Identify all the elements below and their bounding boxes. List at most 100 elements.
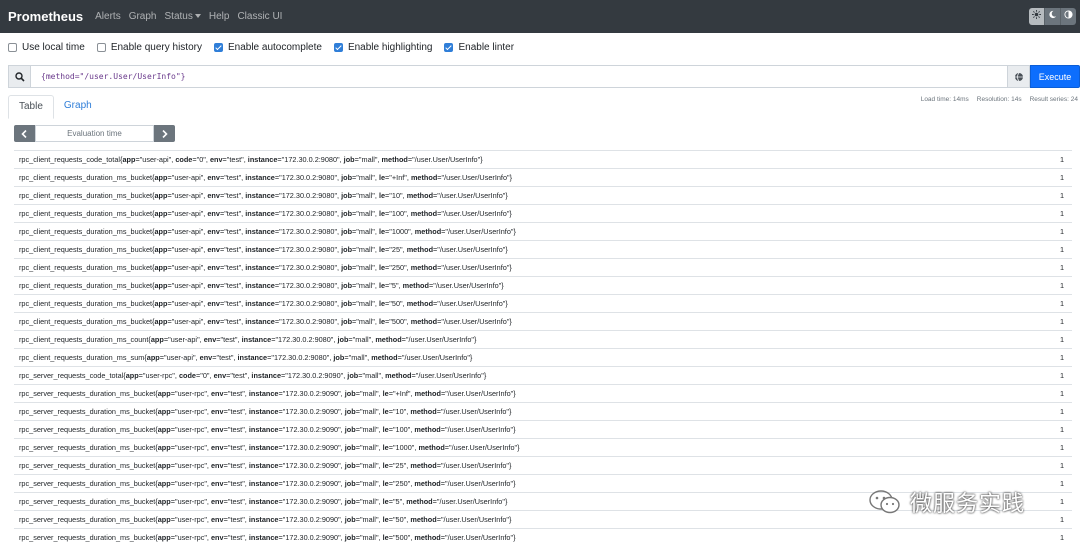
label-name: le [382,515,389,524]
table-row: rpc_server_requests_duration_ms_bucket{a… [14,420,1072,438]
label-name: app [157,389,171,398]
linter-option[interactable]: Enable linter [444,42,514,53]
series-name: rpc_client_requests_duration_ms_bucket{a… [19,281,504,290]
tab-table[interactable]: Table [8,95,54,119]
metric-name: rpc_server_requests_duration_ms_bucket [19,497,156,506]
expression-input[interactable]: {method="/user.User/UserInfo"} [30,65,1008,88]
nav-help[interactable]: Help [209,11,230,22]
label-name: env [203,335,217,344]
label-value: /user.User/UserInfo [447,425,511,434]
table-row: rpc_server_requests_duration_ms_bucket{a… [14,528,1072,546]
label-name: app [154,299,168,308]
label-name: instance [245,281,275,290]
label-name: le [378,263,386,272]
metrics-explorer-button[interactable] [1008,65,1030,88]
label-value: mall [362,479,376,488]
label-name: app [157,533,171,542]
light-theme-button[interactable] [1029,8,1044,25]
autocomplete-checkbox[interactable] [213,43,223,52]
label-value: 50 [391,299,401,308]
eval-time-next-button[interactable] [154,125,175,142]
series-name: rpc_client_requests_duration_ms_bucket{a… [19,227,516,236]
label-name: env [211,515,224,524]
linter-checkbox[interactable] [444,43,454,52]
label-value: 172.30.0.2:9090 [285,425,339,434]
label-name: app [125,371,139,380]
label-name: app [157,497,171,506]
label-name: env [207,317,220,326]
evaluation-time-input[interactable]: Evaluation time [35,125,154,142]
label-value: 1000 [395,443,412,452]
label-name: le [382,389,389,398]
metric-name: rpc_client_requests_duration_ms_bucket [19,191,153,200]
sun-icon [1032,10,1041,19]
label-value: mall [358,263,373,272]
sample-value: 1 [1059,263,1064,272]
label-name: job [341,245,353,254]
table-row: rpc_client_requests_duration_ms_count{ap… [14,330,1072,348]
table-row: rpc_server_requests_duration_ms_bucket{a… [14,438,1072,456]
label-value: /user.User/UserInfo [439,299,503,308]
query-bar: {method="/user.User/UserInfo"} Execute [8,65,1080,88]
label-value: /user.User/UserInfo [408,335,472,344]
metric-name: rpc_server_requests_duration_ms_bucket [19,425,156,434]
query-history-checkbox[interactable] [96,43,106,52]
label-value: user-rpc [177,515,205,524]
label-name: le [382,479,389,488]
use-local-time-checkbox[interactable] [8,43,17,52]
brand-logo[interactable]: Prometheus [8,9,83,24]
highlighting-checkbox[interactable] [333,43,343,52]
eval-time-prev-button[interactable] [14,125,35,142]
label-value: /user.User/UserInfo [439,191,503,200]
label-name: job [344,533,356,542]
label-value: 100 [391,209,405,218]
metric-name: rpc_server_requests_duration_ms_bucket [19,407,156,416]
query-options: Use local time Enable query history Enab… [8,42,526,53]
nav-graph[interactable]: Graph [129,11,157,22]
linter-label: Enable linter [458,42,515,53]
label-name: job [341,191,353,200]
label-value: user-api [174,317,201,326]
label-value: test [230,407,243,416]
label-value: 172.30.0.2:9090 [285,389,339,398]
nav-classic-ui[interactable]: Classic UI [237,11,282,22]
label-name: method [406,245,434,254]
label-value: test [226,245,239,254]
label-name: env [211,407,224,416]
label-name: method [406,191,434,200]
label-value: /user.User/UserInfo [447,533,511,542]
evaluation-time-control: Evaluation time [14,125,175,142]
label-name: app [122,155,136,164]
autocomplete-label: Enable autocomplete [227,42,322,53]
series-name: rpc_server_requests_duration_ms_bucket{a… [19,425,516,434]
label-name: instance [248,407,279,416]
series-name: rpc_client_requests_duration_ms_bucket{a… [19,209,512,218]
dark-theme-button[interactable] [1044,8,1060,25]
metric-name: rpc_server_requests_duration_ms_bucket [19,461,156,470]
highlighting-option[interactable]: Enable highlighting [333,42,432,53]
caret-down-icon [194,14,201,18]
nav-status-dropdown[interactable]: Status [165,11,201,22]
nav-alerts[interactable]: Alerts [95,11,121,22]
label-name: app [154,317,168,326]
autocomplete-option[interactable]: Enable autocomplete [213,42,322,53]
table-row: rpc_client_requests_duration_ms_bucket{a… [14,312,1072,330]
label-name: env [207,191,220,200]
label-value: mall [362,443,376,452]
label-name: instance [245,317,275,326]
label-name: env [207,299,220,308]
label-name: le [382,533,389,542]
metric-name: rpc_server_requests_duration_ms_bucket [19,443,156,452]
tab-graph[interactable]: Graph [54,95,102,117]
label-value: 172.30.0.2:9090 [285,479,339,488]
label-name: instance [247,155,278,164]
label-name: app [157,443,171,452]
query-history-option[interactable]: Enable query history [96,42,202,53]
execute-button[interactable]: Execute [1030,65,1080,88]
label-name: method [375,335,402,344]
sample-value: 1 [1059,461,1064,470]
use-local-time-option[interactable]: Use local time [8,42,85,53]
label-name: le [382,407,389,416]
auto-theme-button[interactable] [1060,8,1076,25]
use-local-time-label: Use local time [22,42,85,53]
